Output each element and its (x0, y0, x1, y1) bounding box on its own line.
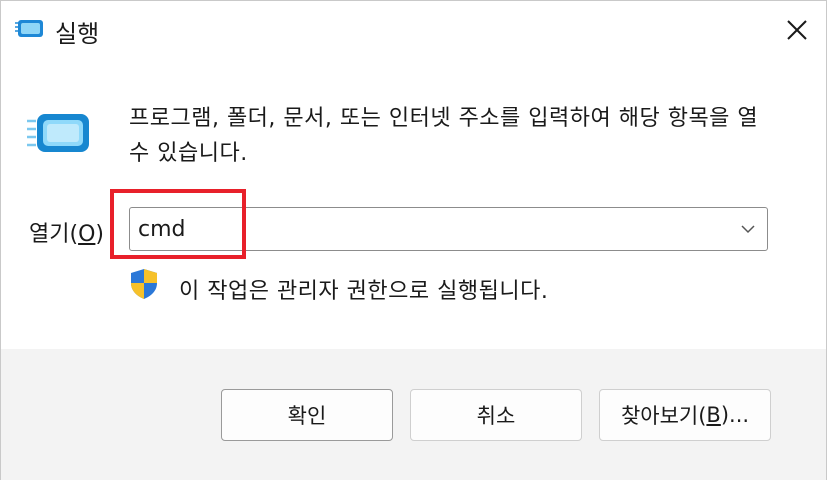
browse-label-suffix: )... (720, 403, 750, 427)
admin-note: 이 작업은 관리자 권한으로 실행됩니다. (179, 279, 549, 304)
open-label-accel: O (78, 222, 96, 247)
uac-shield-icon (129, 268, 159, 300)
open-label-suffix: ) (95, 222, 104, 247)
title-bar: 실행 (1, 1, 826, 59)
close-icon (787, 20, 807, 40)
open-input[interactable] (138, 213, 718, 245)
run-app-icon (15, 18, 45, 40)
cancel-button[interactable]: 취소 (410, 389, 582, 441)
ok-button[interactable]: 확인 (221, 389, 393, 441)
dropdown-button[interactable] (735, 216, 761, 242)
button-bar: 확인 취소 찾아보기(B)... (1, 349, 826, 480)
chevron-down-icon (741, 225, 755, 234)
open-label-prefix: 열기( (29, 222, 79, 247)
open-combobox[interactable] (129, 207, 768, 251)
open-label: 열기(O) (29, 216, 104, 248)
run-description: 프로그램, 폴더, 문서, 또는 인터넷 주소를 입력하여 해당 항목을 열 수… (129, 106, 759, 166)
browse-label-prefix: 찾아보기( (620, 404, 707, 428)
close-button[interactable] (780, 13, 814, 47)
run-large-icon (27, 111, 91, 157)
run-dialog: 실행 프로그램, 폴더, 문서, 또는 인터넷 주소를 입력하여 해당 항목을 … (0, 0, 827, 480)
window-title: 실행 (55, 20, 100, 48)
browse-label-accel: B (706, 403, 721, 427)
browse-button[interactable]: 찾아보기(B)... (599, 389, 771, 441)
